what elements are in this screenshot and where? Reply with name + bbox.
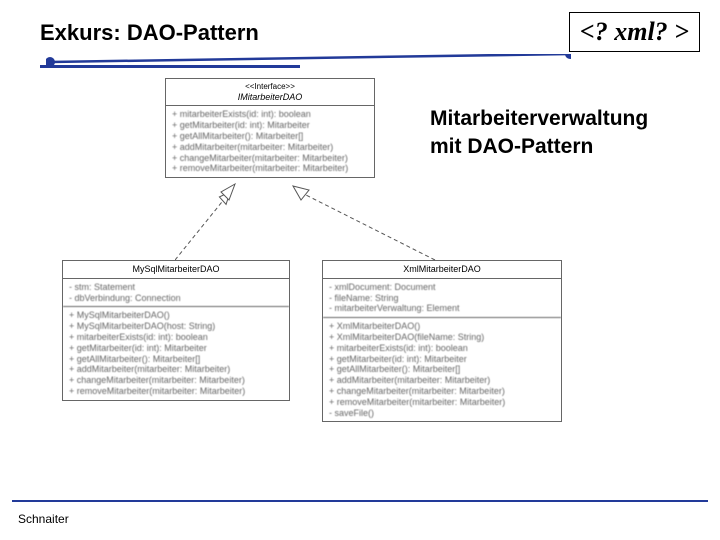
uml-member: + getAllMitarbeiter(): Mitarbeiter[] xyxy=(69,354,283,365)
uml-member: + addMitarbeiter(mitarbeiter: Mitarbeite… xyxy=(172,142,368,153)
page-title: Exkurs: DAO-Pattern xyxy=(40,20,259,46)
interface-ops: + mitarbeiterExists(id: int): boolean+ g… xyxy=(166,106,374,177)
uml-mysql-box: MySqlMitarbeiterDAO - stm: Statement- db… xyxy=(62,260,290,401)
uml-member: - xmlDocument: Document xyxy=(329,282,555,293)
uml-member: + removeMitarbeiter(mitarbeiter: Mitarbe… xyxy=(69,386,283,397)
interface-stereotype: <<Interface>> xyxy=(172,82,368,92)
title-underline xyxy=(40,65,300,68)
footer-author: Schnaiter xyxy=(18,512,69,526)
uml-member: + removeMitarbeiter(mitarbeiter: Mitarbe… xyxy=(329,397,555,408)
uml-member: + addMitarbeiter(mitarbeiter: Mitarbeite… xyxy=(329,375,555,386)
uml-member: + removeMitarbeiter(mitarbeiter: Mitarbe… xyxy=(172,163,368,174)
realization-arrow-mysql xyxy=(175,178,275,263)
uml-member: - stm: Statement xyxy=(69,282,283,293)
uml-member: + changeMitarbeiter(mitarbeiter: Mitarbe… xyxy=(172,153,368,164)
uml-member: + mitarbeiterExists(id: int): boolean xyxy=(329,343,555,354)
xml-badge: <? xml? > xyxy=(569,12,700,52)
uml-member: + mitarbeiterExists(id: int): boolean xyxy=(172,109,368,120)
uml-member: + XmlMitarbeiterDAO(fileName: String) xyxy=(329,332,555,343)
subtitle-line2: mit DAO-Pattern xyxy=(430,133,648,161)
uml-member: + changeMitarbeiter(mitarbeiter: Mitarbe… xyxy=(329,386,555,397)
uml-member: + addMitarbeiter(mitarbeiter: Mitarbeite… xyxy=(69,364,283,375)
xml-class-name: XmlMitarbeiterDAO xyxy=(329,264,555,275)
uml-member: + getMitarbeiter(id: int): Mitarbeiter xyxy=(329,354,555,365)
uml-member: + getAllMitarbeiter(): Mitarbeiter[] xyxy=(329,364,555,375)
xml-ops: + XmlMitarbeiterDAO()+ XmlMitarbeiterDAO… xyxy=(323,318,561,421)
realization-arrow-xml xyxy=(285,178,445,263)
mysql-class-name: MySqlMitarbeiterDAO xyxy=(69,264,283,275)
uml-member: - saveFile() xyxy=(329,408,555,419)
uml-member: + MySqlMitarbeiterDAO() xyxy=(69,310,283,321)
uml-member: + XmlMitarbeiterDAO() xyxy=(329,321,555,332)
subtitle: Mitarbeiterverwaltung mit DAO-Pattern xyxy=(430,105,648,162)
mysql-attrs: - stm: Statement- dbVerbindung: Connecti… xyxy=(63,279,289,308)
xml-attrs: - xmlDocument: Document- fileName: Strin… xyxy=(323,279,561,318)
uml-member: + getMitarbeiter(id: int): Mitarbeiter xyxy=(69,343,283,354)
footer-divider xyxy=(12,500,708,502)
uml-member: + changeMitarbeiter(mitarbeiter: Mitarbe… xyxy=(69,375,283,386)
uml-member: - mitarbeiterVerwaltung: Element xyxy=(329,303,555,314)
mysql-ops: + MySqlMitarbeiterDAO()+ MySqlMitarbeite… xyxy=(63,307,289,399)
uml-member: + getAllMitarbeiter(): Mitarbeiter[] xyxy=(172,131,368,142)
uml-member: + mitarbeiterExists(id: int): boolean xyxy=(69,332,283,343)
uml-xml-box: XmlMitarbeiterDAO - xmlDocument: Documen… xyxy=(322,260,562,422)
interface-name: IMitarbeiterDAO xyxy=(172,92,368,103)
uml-member: + getMitarbeiter(id: int): Mitarbeiter xyxy=(172,120,368,131)
subtitle-line1: Mitarbeiterverwaltung xyxy=(430,105,648,133)
uml-member: + MySqlMitarbeiterDAO(host: String) xyxy=(69,321,283,332)
uml-interface-box: <<Interface>> IMitarbeiterDAO + mitarbei… xyxy=(165,78,375,178)
uml-member: - dbVerbindung: Connection xyxy=(69,293,283,304)
uml-member: - fileName: String xyxy=(329,293,555,304)
